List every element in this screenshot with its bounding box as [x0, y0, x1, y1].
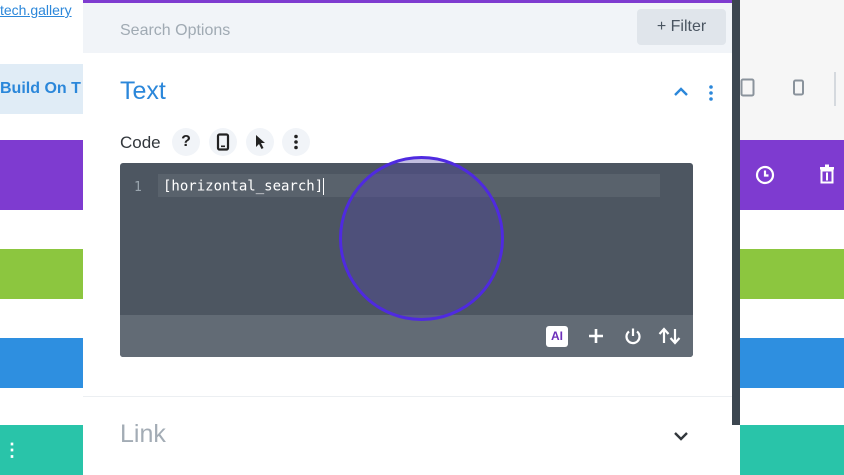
sort-icon[interactable]	[657, 326, 683, 346]
code-editor-text[interactable]: [horizontal_search]	[163, 178, 325, 195]
settings-modal: Search Options + Filter Text Code ? 1 [h…	[83, 0, 740, 475]
clock-icon[interactable]	[754, 164, 776, 186]
purple-section-left	[0, 140, 83, 210]
kebab-icon[interactable]	[282, 128, 310, 156]
blue-section-right	[740, 338, 844, 388]
search-options-input[interactable]: Search Options	[120, 22, 230, 40]
code-field-label: Code	[120, 133, 161, 152]
text-cursor	[323, 178, 325, 195]
vertical-dots-icon[interactable]: ⋮	[3, 441, 21, 459]
build-on-button[interactable]: Build On T	[0, 64, 83, 114]
kebab-icon[interactable]	[707, 84, 715, 102]
trash-icon[interactable]	[818, 164, 838, 186]
code-content: [horizontal_search]	[163, 178, 324, 195]
chevron-down-icon[interactable]	[673, 428, 689, 444]
modal-scrollbar[interactable]	[732, 0, 740, 425]
tablet-icon[interactable]	[740, 78, 756, 98]
mobile-icon[interactable]	[209, 128, 237, 156]
phone-icon[interactable]	[792, 79, 806, 97]
toolbar-divider	[834, 72, 836, 106]
section-divider	[83, 396, 732, 397]
line-number: 1	[134, 180, 142, 195]
search-options-bar: Search Options + Filter	[83, 3, 732, 53]
link-section-title[interactable]: Link	[120, 420, 166, 449]
blue-section-left	[0, 338, 83, 388]
background-link[interactable]: tech.gallery	[0, 2, 72, 18]
pointer-icon[interactable]	[246, 128, 274, 156]
ai-assist-button[interactable]: AI	[546, 326, 568, 347]
background-toolbar	[740, 0, 844, 140]
power-icon[interactable]	[623, 326, 643, 346]
filter-button[interactable]: + Filter	[637, 9, 726, 45]
green-section-left	[0, 249, 83, 299]
help-icon[interactable]: ?	[172, 128, 200, 156]
editor-toolbar: AI	[120, 315, 693, 357]
text-section-title[interactable]: Text	[120, 77, 166, 106]
touch-indicator	[339, 156, 504, 321]
chevron-up-icon[interactable]	[673, 84, 689, 100]
add-icon[interactable]	[586, 326, 606, 346]
green-section-right	[740, 249, 844, 299]
teal-section-right	[740, 425, 844, 475]
